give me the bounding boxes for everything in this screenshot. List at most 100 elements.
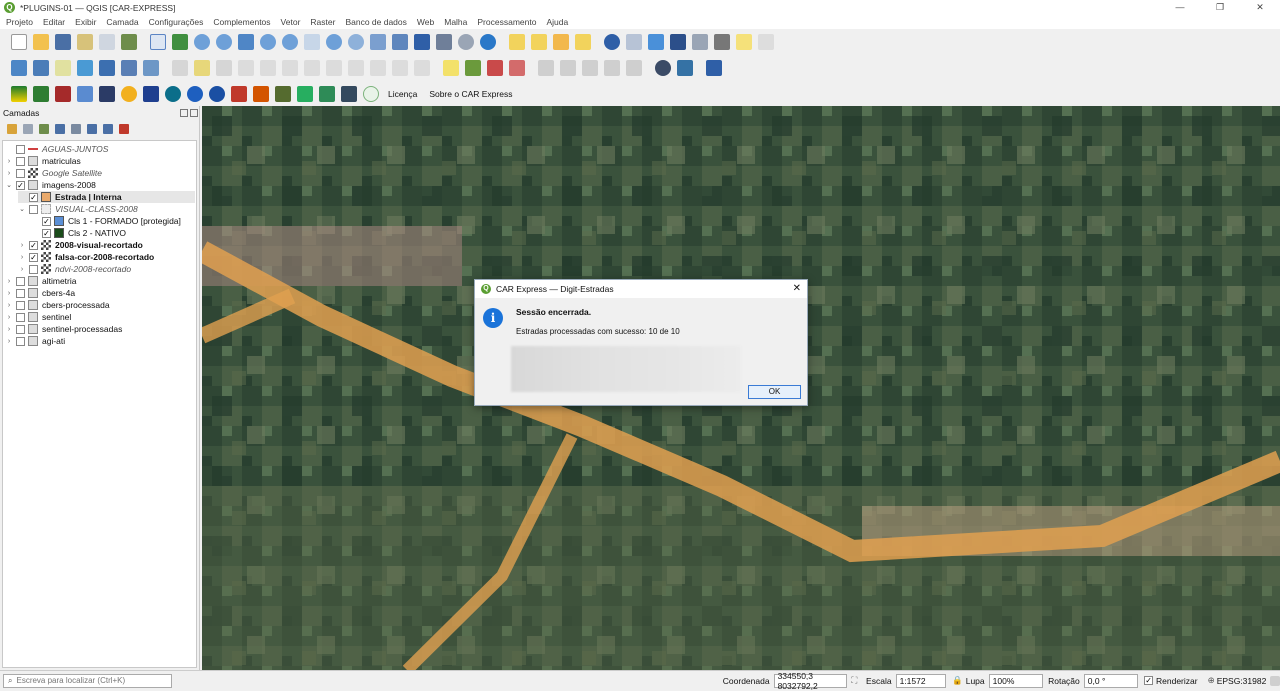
- move-label-icon[interactable]: [560, 60, 576, 76]
- lock-icon[interactable]: 🔒: [952, 675, 963, 686]
- car-terrain-icon[interactable]: [275, 85, 291, 102]
- bookmark-icon[interactable]: [414, 34, 430, 50]
- label-tool-icon[interactable]: [443, 60, 459, 76]
- save-project-icon[interactable]: [55, 34, 71, 50]
- menu-raster[interactable]: Raster: [310, 17, 335, 27]
- cut-features-icon[interactable]: [326, 60, 342, 76]
- layer-visibility-checkbox[interactable]: [16, 324, 25, 334]
- add-virtual-layer-icon[interactable]: [143, 60, 159, 76]
- layer-row[interactable]: › cbers-4a: [5, 287, 75, 299]
- about-car-express-button[interactable]: Sobre o CAR Express: [429, 89, 512, 99]
- panel-float-icon[interactable]: [180, 109, 188, 117]
- layer-visibility-checkbox[interactable]: [16, 300, 25, 310]
- open-project-icon[interactable]: [33, 34, 49, 50]
- car-globe-icon[interactable]: [165, 85, 181, 102]
- layer-row[interactable]: › Google Satellite: [5, 167, 102, 179]
- remove-layer-icon[interactable]: [119, 124, 129, 134]
- car-satellite-icon[interactable]: [341, 85, 357, 102]
- layer-row[interactable]: › ✓ falsa-cor-2008-recortado: [18, 251, 154, 263]
- style-manager-icon[interactable]: [121, 34, 137, 50]
- rotate-label-icon[interactable]: [582, 60, 598, 76]
- expand-arrow-icon[interactable]: ›: [5, 170, 13, 177]
- temporal-controller-icon[interactable]: [458, 34, 474, 50]
- menu-ajuda[interactable]: Ajuda: [546, 17, 568, 27]
- layer-row[interactable]: › matriculas: [5, 155, 81, 167]
- car-search-icon[interactable]: [187, 85, 203, 102]
- bookmarks-manager-icon[interactable]: [436, 34, 452, 50]
- messages-icon[interactable]: [1270, 675, 1280, 686]
- layer-visibility-checkbox[interactable]: [16, 144, 25, 154]
- plugin-globe-icon[interactable]: [655, 60, 671, 76]
- locator-icon[interactable]: [758, 34, 774, 50]
- statistics-sum-icon[interactable]: [670, 34, 686, 50]
- close-window-button[interactable]: ✕: [1240, 0, 1280, 15]
- layer-row[interactable]: › cbers-processada: [5, 299, 110, 311]
- layer-row[interactable]: ✓ Cls 2 - NATIVO: [31, 227, 126, 239]
- layer-row[interactable]: ⌄ ✓ imagens-2008: [5, 179, 96, 191]
- license-button[interactable]: Licença: [388, 89, 417, 99]
- menu-malha[interactable]: Malha: [444, 17, 467, 27]
- delete-selected-icon[interactable]: [304, 60, 320, 76]
- paste-features-icon[interactable]: [370, 60, 386, 76]
- select-features-icon[interactable]: [509, 34, 525, 50]
- layer-row[interactable]: ⌄ VISUAL-CLASS-2008: [18, 203, 138, 215]
- zoom-in-icon[interactable]: [194, 34, 210, 50]
- new-shapefile-icon[interactable]: [55, 60, 71, 76]
- data-source-manager-icon[interactable]: [11, 60, 27, 76]
- add-raster-icon[interactable]: [121, 60, 137, 76]
- pan-map-icon[interactable]: [150, 34, 166, 50]
- copy-features-icon[interactable]: [348, 60, 364, 76]
- manage-map-themes-icon[interactable]: [39, 124, 49, 134]
- python-console-icon[interactable]: [677, 60, 693, 76]
- digitize-icon[interactable]: [238, 60, 254, 76]
- toggle-editing-icon[interactable]: [194, 60, 210, 76]
- car-book-icon[interactable]: [55, 85, 71, 102]
- render-checkbox[interactable]: ✓: [1144, 676, 1153, 685]
- expand-arrow-icon[interactable]: ⌄: [18, 205, 26, 213]
- layer-row[interactable]: › sentinel: [5, 311, 71, 323]
- new-temporary-layer-icon[interactable]: [99, 60, 115, 76]
- zoom-next-icon[interactable]: [348, 34, 364, 50]
- locator-search-input[interactable]: ⌕ Escreva para localizar (Ctrl+K): [3, 673, 172, 688]
- car-fire-icon[interactable]: [231, 85, 247, 102]
- car-water-icon[interactable]: [297, 85, 313, 102]
- layer-visibility-checkbox[interactable]: [16, 288, 25, 298]
- layer-visibility-checkbox[interactable]: ✓: [29, 252, 38, 262]
- layer-row[interactable]: AGUAS-JUNTOS: [5, 143, 108, 155]
- expand-all-icon[interactable]: [87, 124, 97, 134]
- menu-exibir[interactable]: Exibir: [75, 17, 96, 27]
- expand-arrow-icon[interactable]: ›: [18, 242, 26, 249]
- rotation-field[interactable]: 0,0 °: [1083, 673, 1139, 688]
- panel-close-icon[interactable]: [190, 109, 198, 117]
- menu-camada[interactable]: Camada: [106, 17, 138, 27]
- change-label-icon[interactable]: [604, 60, 620, 76]
- zoom-out-icon[interactable]: [216, 34, 232, 50]
- filter-expression-icon[interactable]: [71, 124, 81, 134]
- dialog-close-icon[interactable]: ✕: [793, 283, 801, 294]
- save-edits-icon[interactable]: [216, 60, 232, 76]
- pin-label-icon[interactable]: [509, 60, 525, 76]
- highlight-label-icon[interactable]: [487, 60, 503, 76]
- layer-visibility-checkbox[interactable]: [29, 204, 38, 214]
- layer-row[interactable]: › ✓ 2008-visual-recortado: [18, 239, 143, 251]
- ok-button[interactable]: OK: [748, 385, 801, 399]
- menu-configuracoes[interactable]: Configurações: [149, 17, 204, 27]
- layer-visibility-checkbox[interactable]: ✓: [29, 192, 38, 202]
- expand-arrow-icon[interactable]: ›: [5, 158, 13, 165]
- expand-arrow-icon[interactable]: ›: [5, 278, 13, 285]
- maximize-button[interactable]: ❐: [1200, 0, 1240, 15]
- layer-row[interactable]: › ndvi-2008-recortado: [18, 263, 131, 275]
- expand-arrow-icon[interactable]: ⌄: [5, 181, 13, 189]
- layer-visibility-checkbox[interactable]: [16, 168, 25, 178]
- layout-manager-icon[interactable]: [99, 34, 115, 50]
- car-alert-icon[interactable]: [253, 85, 269, 102]
- modify-attributes-icon[interactable]: [282, 60, 298, 76]
- layer-row[interactable]: › agi-ati: [5, 335, 65, 347]
- car-sun-icon[interactable]: [121, 85, 137, 102]
- vertex-tool-icon[interactable]: [260, 60, 276, 76]
- layer-visibility-checkbox[interactable]: ✓: [42, 228, 51, 238]
- expand-arrow-icon[interactable]: ›: [5, 290, 13, 297]
- car-leaf-icon[interactable]: [33, 85, 49, 102]
- diagram-tool-icon[interactable]: [465, 60, 481, 76]
- zoom-field[interactable]: 100%: [988, 673, 1044, 688]
